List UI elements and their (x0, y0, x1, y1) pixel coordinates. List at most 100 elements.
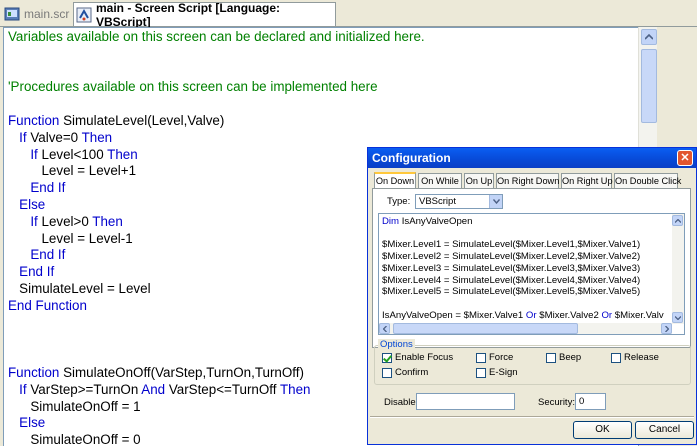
dialog-title-bar[interactable]: Configuration ✕ (368, 148, 696, 168)
security-input[interactable]: 0 (575, 393, 606, 410)
code-scroll-up-button[interactable] (672, 215, 683, 226)
event-script-editor[interactable]: Dim IsAnyValveOpen $Mixer.Level1 = Simula… (378, 213, 685, 335)
code-token: VarStep>=TurnOn (26, 381, 142, 397)
scroll-up-button[interactable] (641, 29, 657, 45)
code-line: If Level>0 Then (8, 213, 122, 230)
keyword-token: End If (30, 247, 66, 263)
code-token: IsAnyValveOpen = $Mixer.Valve1 (382, 309, 526, 321)
tab-label: main - Screen Script [Language: VBScript… (96, 0, 281, 29)
keyword-token: End If (30, 180, 66, 196)
disable-label: Disable: (384, 397, 419, 408)
keyword-token: Function (8, 365, 60, 380)
code-line: $Mixer.Level2 = SimulateLevel($Mixer.Lev… (382, 251, 640, 263)
disable-input[interactable] (416, 393, 515, 410)
code-scroll-down-button[interactable] (672, 312, 683, 323)
code-token: IsAnyValveOpen (399, 216, 473, 227)
keyword-token: If (30, 213, 38, 229)
code-token: SimulateLevel = Level (8, 281, 151, 296)
code-line: Function SimulateLevel(Level,Valve) (8, 112, 224, 129)
ok-button[interactable]: OK (573, 421, 632, 439)
code-scroll-thumb[interactable] (393, 323, 578, 334)
dialog-separator (370, 416, 694, 418)
code-line: SimulateOnOff = 1 (8, 398, 140, 415)
code-token: Level<100 (37, 146, 108, 162)
dropdown-button[interactable] (489, 195, 502, 208)
close-icon: ✕ (680, 152, 690, 164)
esign-label: E-Sign (489, 367, 518, 378)
confirm-checkbox[interactable]: Confirm (382, 367, 428, 378)
options-group (374, 345, 691, 385)
force-checkbox[interactable]: Force (476, 352, 513, 363)
confirm-box[interactable] (382, 367, 392, 378)
tab-on-up[interactable]: On Up (464, 173, 494, 188)
code-line: $Mixer.Level1 = SimulateLevel($Mixer.Lev… (382, 239, 640, 251)
tab-main-scr[interactable]: main.scr (2, 3, 72, 25)
keyword-token: End If (19, 264, 55, 280)
release-label: Release (624, 352, 659, 363)
code-line: SimulateOnOff = 0 (8, 431, 140, 446)
type-select[interactable]: VBScript (415, 194, 503, 209)
code-token: $Mixer.Level2 = SimulateLevel($Mixer.Lev… (382, 251, 641, 263)
code-vertical-scrollbar[interactable] (672, 214, 684, 324)
code-line: If Level<100 Then (8, 146, 137, 163)
code-scroll-right-button[interactable] (661, 323, 672, 334)
code-token: SimulateLevel(Level,Valve) (59, 113, 225, 128)
code-line: End If (8, 263, 54, 280)
beep-label: Beep (559, 352, 582, 363)
document-tab-bar: main.scr main - Screen Script [Language:… (0, 0, 697, 29)
release-checkbox[interactable]: Release (611, 352, 659, 363)
tab-on-double-click[interactable]: On Double Click (614, 173, 681, 188)
script-icon (76, 7, 92, 22)
beep-checkbox[interactable]: Beep (546, 352, 581, 363)
code-line: SimulateLevel = Level (8, 280, 151, 297)
code-line: $Mixer.Level5 = SimulateLevel($Mixer.Lev… (382, 286, 640, 298)
keyword-token: End Function (8, 297, 87, 313)
code-token: Level>0 (37, 213, 93, 229)
code-line: 'Procedures available on this screen can… (8, 78, 378, 95)
chevron-down-icon (674, 315, 681, 320)
keyword-token: And (141, 381, 166, 397)
cancel-button[interactable]: Cancel (635, 421, 694, 439)
code-token: $Mixer.Level3 = SimulateLevel($Mixer.Lev… (382, 262, 641, 274)
code-token: SimulateOnOff(VarStep,TurnOn,TurnOff) (59, 365, 304, 380)
tab-screen-script[interactable]: main - Screen Script [Language: VBScript… (73, 0, 336, 29)
type-select-value: VBScript (419, 196, 456, 207)
close-button[interactable]: ✕ (677, 150, 693, 166)
chevron-up-icon (645, 34, 653, 40)
tab-on-while[interactable]: On While (418, 173, 462, 188)
chevron-up-icon (674, 218, 681, 223)
esign-box[interactable] (476, 367, 486, 378)
code-line: $Mixer.Level4 = SimulateLevel($Mixer.Lev… (382, 275, 640, 287)
code-horizontal-scrollbar[interactable] (379, 323, 672, 334)
tab-label: main.scr (24, 7, 70, 21)
keyword-token: If (30, 146, 38, 162)
code-token: $Mixer.Level1 = SimulateLevel($Mixer.Lev… (382, 239, 641, 251)
chevron-left-icon (382, 325, 387, 332)
code-token: $Mixer.Valve2 (536, 309, 602, 321)
tab-on-right-down[interactable]: On Right Down (496, 173, 559, 188)
esign-checkbox[interactable]: E-Sign (476, 367, 518, 378)
code-line: Function SimulateOnOff(VarStep,TurnOn,Tu… (8, 364, 304, 381)
enable-focus-box[interactable] (382, 352, 392, 363)
scroll-thumb[interactable] (641, 49, 657, 123)
force-box[interactable] (476, 352, 486, 363)
code-line: Level = Level-1 (8, 230, 132, 247)
tab-on-down[interactable]: On Down (374, 172, 416, 189)
code-token: Level = Level+1 (8, 163, 137, 179)
release-box[interactable] (611, 352, 621, 363)
keyword-token: Or (601, 309, 613, 321)
keyword-token: Function (8, 113, 60, 128)
code-scroll-left-button[interactable] (379, 323, 390, 334)
enable-focus-checkbox[interactable]: Enable Focus (382, 352, 453, 363)
tab-on-right-up[interactable]: On Right Up (561, 173, 613, 188)
beep-box[interactable] (546, 352, 556, 363)
comment-token: 'Procedures available on this screen can… (8, 79, 378, 95)
keyword-token: Else (19, 197, 46, 212)
code-token: VarStep<=TurnOff (165, 381, 280, 397)
